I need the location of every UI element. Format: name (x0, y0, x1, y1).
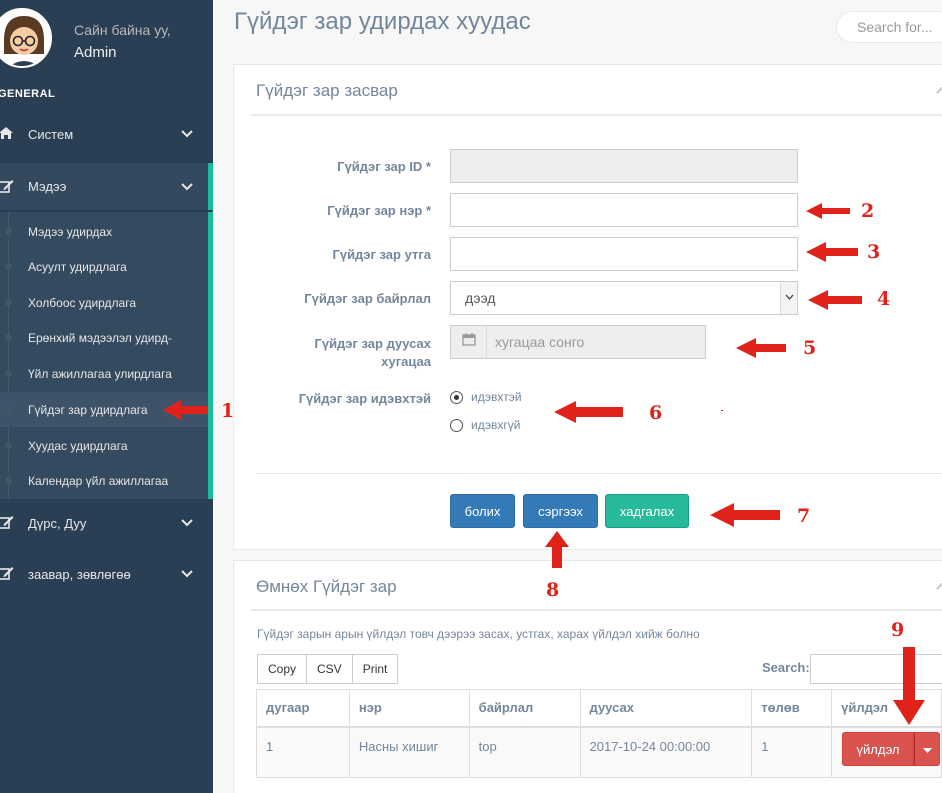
annotation-label: 7 (797, 505, 811, 527)
annotation-label: 1 (221, 400, 235, 422)
annotation-overlay (163, 203, 925, 725)
arrow-icon (545, 531, 569, 568)
annotation-label: 8 (546, 579, 560, 601)
annotation-label: 3 (867, 241, 881, 263)
annotation-label: 5 (803, 337, 817, 359)
arrow-icon (806, 203, 850, 219)
arrow-icon (808, 290, 862, 310)
arrow-icon (163, 400, 208, 420)
annotation-label: 6 (649, 402, 663, 424)
arrow-icon (554, 401, 623, 423)
annotation-label: 9 (891, 619, 905, 641)
annotation-label: 2 (861, 200, 875, 222)
arrow-icon (806, 242, 858, 262)
annotation-label: 4 (877, 288, 891, 310)
arrow-icon (736, 338, 786, 358)
arrow-icon (893, 647, 925, 725)
arrow-icon (710, 503, 780, 527)
